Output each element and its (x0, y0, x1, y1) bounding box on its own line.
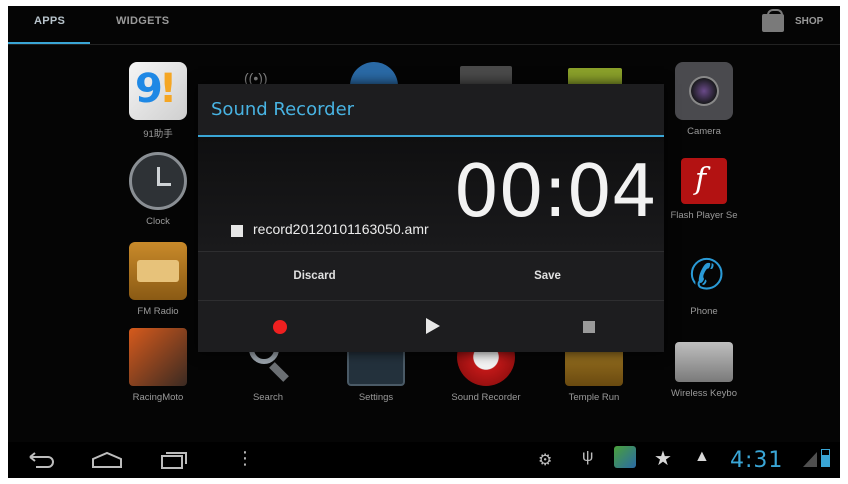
tab-apps[interactable]: APPS (34, 15, 65, 27)
app-flash-player[interactable]: f Flash Player Se (654, 152, 754, 221)
status-clock: 4:31 (730, 448, 784, 473)
tab-widgets[interactable]: WIDGETS (116, 15, 169, 27)
app-label: 91助手 (143, 129, 173, 140)
app-racingmoto[interactable]: RacingMoto (108, 328, 208, 403)
racingmoto-icon (129, 328, 187, 386)
android-screen: APPS WIDGETS SHOP 9 ! 91助手 Clock FM Radi… (8, 6, 840, 478)
topbar-divider (8, 44, 840, 45)
usb-icon: ψ (582, 448, 594, 465)
shop-button[interactable]: SHOP (795, 16, 823, 27)
app-camera[interactable]: Camera (654, 62, 754, 137)
fm-radio-icon (129, 242, 187, 300)
camera-icon (675, 62, 733, 120)
app-label: Temple Run (568, 392, 620, 403)
app-label: Phone (690, 306, 718, 317)
calculator-icon[interactable] (460, 66, 512, 86)
phone-icon: ✆ (689, 251, 725, 298)
signal-icon (803, 452, 817, 467)
back-icon[interactable] (26, 450, 56, 470)
system-navigation-bar: ⋮ ⚙ ψ ★ ▲ 4:31 (8, 442, 840, 478)
app-clock[interactable]: Clock (108, 152, 208, 227)
app-label: Sound Recorder (451, 392, 521, 403)
playback-controls (198, 302, 664, 352)
app-label: Search (252, 392, 284, 403)
timer-panel: 00:04 record20120101163050.amr (198, 137, 664, 251)
app-label: Clock (146, 216, 170, 227)
stop-button[interactable] (583, 321, 595, 333)
app-label: Wireless Keybo (671, 388, 737, 399)
recent-apps-icon[interactable] (158, 450, 188, 470)
dialog-button-row: Discard Save (198, 251, 664, 301)
menu-dots-icon[interactable]: ⋮ (236, 448, 254, 468)
recording-timer: 00:04 (453, 149, 657, 233)
app-label: RacingMoto (132, 392, 184, 403)
browser-globe-icon[interactable] (350, 62, 398, 86)
sound-recorder-dialog: Sound Recorder 00:04 record2012010116305… (198, 84, 664, 352)
android-debug-icon: ⚙ (538, 452, 553, 469)
app-label: Camera (687, 126, 721, 137)
app-91-icon: 9 ! (129, 62, 187, 120)
keyboard-icon (675, 342, 733, 382)
app-label: FM Radio (137, 306, 179, 317)
app-drawer-topbar: APPS WIDGETS SHOP (8, 6, 840, 45)
app-label: Flash Player Se (670, 210, 738, 221)
file-checkbox[interactable] (231, 225, 243, 237)
shop-bag-icon[interactable] (762, 9, 784, 32)
warning-icon: ▲ (694, 448, 710, 465)
play-button[interactable] (426, 318, 440, 334)
recording-file-name: record20120101163050.amr (253, 221, 429, 237)
discard-button[interactable]: Discard (198, 252, 431, 300)
battery-icon (821, 449, 830, 467)
dialog-title: Sound Recorder (211, 99, 355, 120)
clock-icon (129, 152, 187, 210)
home-icon[interactable] (90, 450, 124, 470)
app-label: Settings (358, 392, 394, 403)
app-wireless-keyboard[interactable]: Wireless Keybo (654, 328, 754, 399)
flash-player-icon: f (681, 158, 727, 204)
save-button[interactable]: Save (431, 252, 664, 300)
app-fm-radio[interactable]: FM Radio (108, 242, 208, 317)
app-phone[interactable]: ✆ Phone (654, 242, 754, 317)
record-button[interactable] (273, 320, 287, 334)
star-icon: ★ (654, 448, 672, 470)
app-91-assistant[interactable]: 9 ! 91助手 (108, 62, 208, 140)
notification-app-icon (614, 446, 636, 468)
